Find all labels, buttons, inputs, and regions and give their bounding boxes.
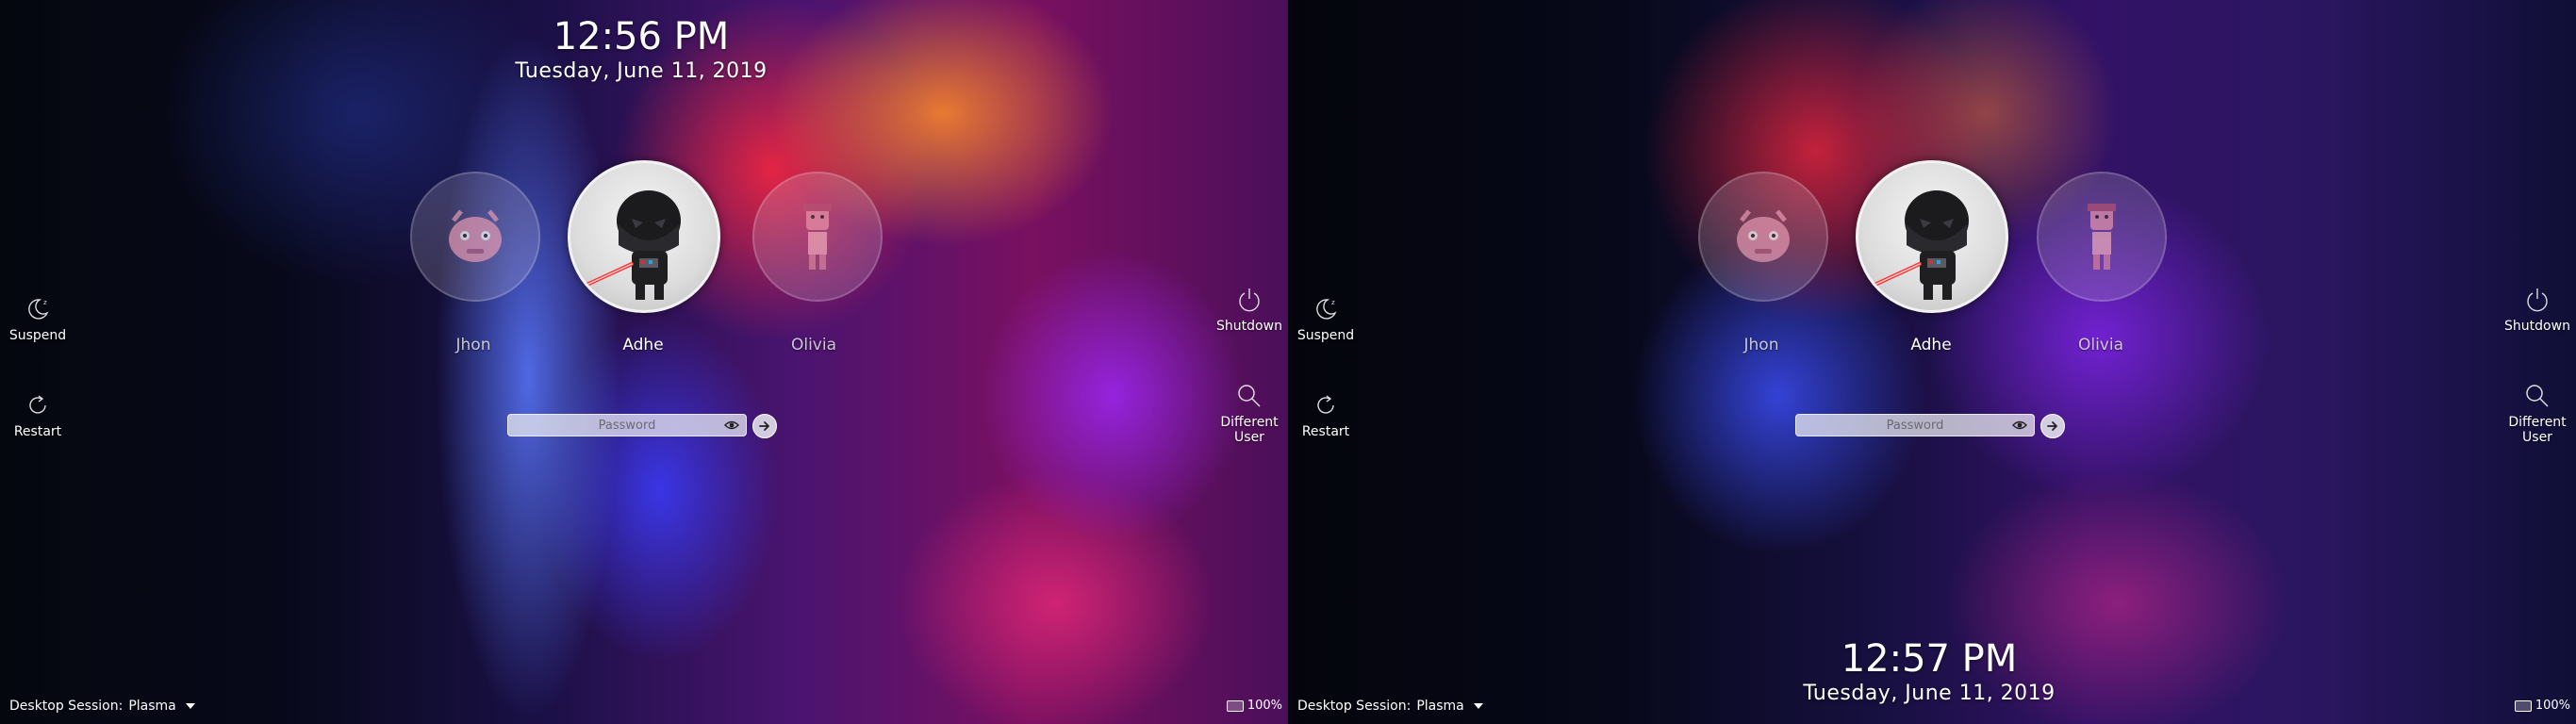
restart-button[interactable]: Restart [1288, 390, 1378, 439]
search-icon [1238, 385, 1261, 407]
user-avatar-jhon[interactable] [410, 172, 540, 302]
clock-date: Tuesday, June 11, 2019 [515, 59, 768, 83]
moon-icon: z [1316, 299, 1337, 320]
clock-date: Tuesday, June 11, 2019 [1803, 682, 2056, 705]
password-input[interactable] [507, 414, 747, 436]
lock-screen-right: 12:57 PM Tuesday, June 11, 2019 Jhon Adh… [1288, 0, 2576, 724]
different-user-button[interactable]: Different User [1197, 381, 1288, 445]
session-label: Desktop Session: [1297, 699, 1412, 714]
user-name-jhon[interactable]: Jhon [398, 336, 549, 354]
password-input[interactable] [1795, 414, 2035, 436]
restart-icon [1317, 395, 1334, 414]
user-name-adhe[interactable]: Adhe [1856, 336, 2006, 354]
user-avatar-adhe[interactable] [568, 160, 720, 313]
pink-girl-avatar-icon [803, 204, 832, 270]
different-user-label-line1: Different [2508, 415, 2567, 430]
different-user-label-line1: Different [1220, 415, 1279, 430]
wallpaper-right [1288, 0, 2576, 724]
user-name-olivia[interactable]: Olivia [738, 336, 889, 354]
battery-icon [2514, 699, 2532, 712]
clock-time: 12:57 PM [1841, 637, 2018, 681]
session-value: Plasma [128, 699, 176, 714]
password-box [507, 414, 751, 436]
shutdown-button[interactable]: Shutdown [1197, 285, 1288, 334]
moon-icon: z [28, 299, 49, 320]
suspend-button[interactable]: z Suspend [1288, 294, 1378, 343]
restart-label: Restart [13, 424, 62, 439]
restart-icon [29, 395, 46, 414]
darth-vader-avatar-icon [1869, 190, 1969, 300]
session-label: Desktop Session: [9, 699, 124, 714]
pink-robot-avatar-icon [449, 209, 502, 262]
suspend-label: Suspend [1296, 328, 1355, 343]
svg-text:z: z [43, 299, 47, 306]
search-icon [2526, 385, 2549, 407]
different-user-button[interactable]: Different User [2485, 381, 2576, 445]
battery-percent: 100% [2535, 699, 2570, 713]
clock: 12:56 PM Tuesday, June 11, 2019 [405, 15, 877, 85]
user-avatar-jhon[interactable] [1698, 172, 1828, 302]
session-selector[interactable]: Desktop Session: Plasma [1297, 699, 1483, 714]
show-password-button[interactable] [722, 417, 741, 434]
battery-indicator: 100% [1226, 699, 1282, 713]
session-value: Plasma [1416, 699, 1464, 714]
login-button[interactable] [752, 414, 777, 438]
user-name-olivia[interactable]: Olivia [2025, 336, 2176, 354]
user-name-adhe[interactable]: Adhe [568, 336, 718, 354]
different-user-label-line2: User [1234, 430, 1264, 445]
arrow-right-icon [2047, 421, 2057, 431]
shutdown-label: Shutdown [1216, 319, 1282, 334]
shutdown-button[interactable]: Shutdown [2485, 285, 2576, 334]
restart-label: Restart [1301, 424, 1350, 439]
battery-icon [1226, 699, 1244, 712]
darth-vader-avatar-icon [581, 190, 681, 300]
password-box [1795, 414, 2039, 436]
pink-girl-avatar-icon [2088, 204, 2116, 270]
clock-time: 12:56 PM [553, 15, 730, 58]
svg-text:z: z [1331, 299, 1335, 306]
user-avatar-olivia[interactable] [752, 172, 883, 302]
eye-icon [724, 420, 739, 430]
wallpaper-left [0, 0, 1288, 724]
suspend-button[interactable]: z Suspend [0, 294, 90, 343]
power-icon [1239, 288, 1260, 312]
power-icon [2527, 288, 2548, 312]
clock: 12:57 PM Tuesday, June 11, 2019 [1693, 637, 2165, 707]
user-avatar-olivia[interactable] [2037, 172, 2167, 302]
chevron-down-icon [1473, 703, 1483, 709]
chevron-down-icon [185, 703, 195, 709]
show-password-button[interactable] [2010, 417, 2029, 434]
user-avatar-adhe[interactable] [1856, 160, 2008, 313]
arrow-right-icon [759, 421, 769, 431]
battery-percent: 100% [1247, 699, 1282, 713]
suspend-label: Suspend [8, 328, 67, 343]
login-button[interactable] [2040, 414, 2065, 438]
lock-screen-left: 12:56 PM Tuesday, June 11, 2019 Jhon Adh… [0, 0, 1288, 724]
different-user-label-line2: User [2522, 430, 2552, 445]
session-selector[interactable]: Desktop Session: Plasma [9, 699, 195, 714]
shutdown-label: Shutdown [2504, 319, 2570, 334]
eye-icon [2012, 420, 2027, 430]
user-name-jhon[interactable]: Jhon [1686, 336, 1837, 354]
battery-indicator: 100% [2514, 699, 2570, 713]
pink-robot-avatar-icon [1737, 209, 1790, 262]
restart-button[interactable]: Restart [0, 390, 90, 439]
